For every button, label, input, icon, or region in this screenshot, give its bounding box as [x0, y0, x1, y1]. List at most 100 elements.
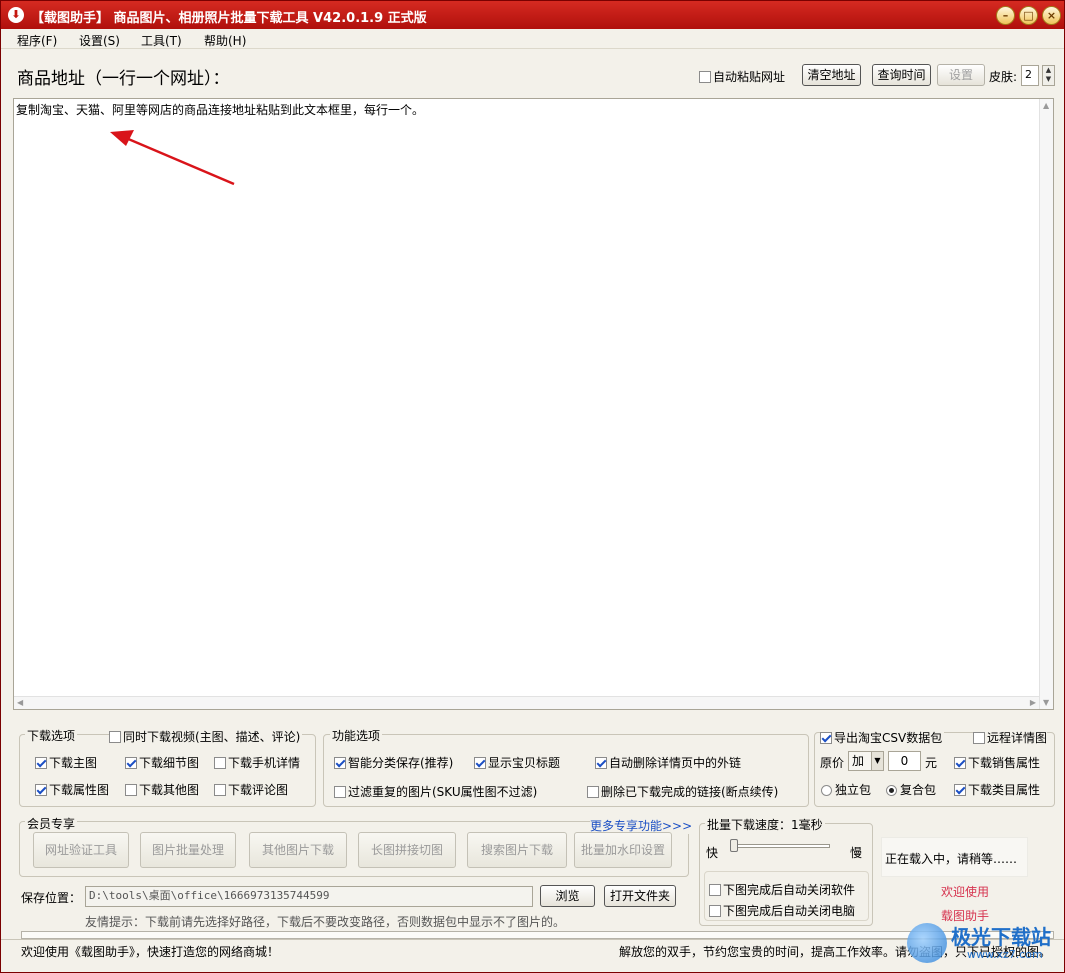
checkbox-label: 下图完成后自动关闭电脑	[723, 904, 856, 918]
checkbox-box[interactable]	[954, 757, 966, 769]
spin-up-icon[interactable]: ▲	[1043, 66, 1054, 75]
combined-package-radio[interactable]: 复合包	[886, 781, 936, 798]
single-package-radio[interactable]: 独立包	[821, 781, 871, 798]
spin-down-icon[interactable]: ▼	[1043, 75, 1054, 84]
scroll-down-icon[interactable]: ▼	[1043, 698, 1049, 707]
checkbox-box[interactable]	[125, 784, 137, 796]
textarea-placeholder-text: 复制淘宝、天猫、阿里等网店的商品连接地址粘贴到此文本框里，每行一个。	[16, 103, 425, 117]
download-mobile-detail-checkbox[interactable]: 下载手机详情	[214, 754, 300, 771]
export-csv-checkbox[interactable]: 导出淘宝CSV数据包	[820, 729, 945, 746]
remote-detail-checkbox[interactable]: 远程详情图	[973, 729, 1048, 746]
url-label: 商品地址（一行一个网址）：	[17, 69, 230, 89]
maximize-button[interactable]: □	[1019, 6, 1038, 25]
checkbox-box[interactable]	[699, 71, 711, 83]
checkbox-box[interactable]	[820, 732, 832, 744]
settings-button[interactable]: 设置	[937, 64, 985, 86]
title-bar[interactable]: ⬇ 【载图助手】 商品图片、相册照片批量下载工具 V42.0.1.9 正式版 –…	[1, 1, 1064, 29]
show-title-checkbox[interactable]: 显示宝贝标题	[474, 754, 560, 771]
filter-duplicate-checkbox[interactable]: 过滤重复的图片(SKU属性图不过滤)	[334, 783, 537, 800]
download-attribute-image-checkbox[interactable]: 下载属性图	[35, 781, 109, 798]
save-tip-text: 友情提示：下载前请先选择好路径，下载后不要改变路径，否则数据包中显示不了图片的。	[85, 915, 566, 929]
speed-title: 批量下载速度：1毫秒	[705, 816, 825, 833]
remove-external-links-checkbox[interactable]: 自动删除详情页中的外链	[595, 754, 741, 771]
save-path-input[interactable]: D:\tools\桌面\office\1666973135744599	[85, 886, 533, 907]
price-label: 原价	[820, 756, 845, 770]
delete-finished-links-checkbox[interactable]: 删除已下载完成的链接(断点续传)	[587, 783, 778, 800]
loading-panel: 正在载入中，请稍等……	[881, 837, 1028, 877]
price-op-select[interactable]: 加 ▼	[848, 751, 884, 771]
search-image-download-button[interactable]: 搜索图片下载	[467, 832, 567, 868]
checkbox-box[interactable]	[125, 757, 137, 769]
watermark-brand: 极光下载站	[951, 925, 1051, 949]
batch-image-process-button[interactable]: 图片批量处理	[140, 832, 236, 868]
vertical-scrollbar[interactable]: ▲ ▼	[1039, 99, 1053, 709]
url-verify-tool-button[interactable]: 网址验证工具	[33, 832, 129, 868]
checkbox-label: 下载属性图	[49, 783, 110, 797]
radio-circle[interactable]	[886, 785, 897, 796]
checkbox-box[interactable]	[35, 784, 47, 796]
batch-watermark-button[interactable]: 批量加水印设置	[574, 832, 672, 868]
checkbox-label: 下载销售属性	[968, 756, 1041, 770]
clear-url-button[interactable]: 清空地址	[802, 64, 861, 86]
speed-slider-thumb[interactable]	[730, 839, 738, 852]
checkbox-box[interactable]	[587, 786, 599, 798]
radio-circle[interactable]	[821, 785, 832, 796]
auto-paste-checkbox[interactable]: 自动粘贴网址	[699, 68, 785, 85]
scroll-up-icon[interactable]: ▲	[1043, 101, 1049, 110]
download-detail-image-checkbox[interactable]: 下载细节图	[125, 754, 199, 771]
long-image-stitch-button[interactable]: 长图拼接切图	[358, 832, 456, 868]
horizontal-scrollbar[interactable]: ◀ ▶	[14, 696, 1039, 709]
category-attribute-checkbox[interactable]: 下载类目属性	[954, 781, 1040, 798]
checkbox-box[interactable]	[595, 757, 607, 769]
download-other-image-checkbox[interactable]: 下载其他图	[125, 781, 199, 798]
browse-button[interactable]: 浏览	[540, 885, 595, 907]
checkbox-label: 下载其他图	[139, 783, 200, 797]
minimize-button[interactable]: –	[996, 6, 1015, 25]
site-watermark-logo: 极光下载站 www.xz7.com	[905, 919, 1061, 967]
checkbox-label: 下载手机详情	[228, 756, 301, 770]
checkbox-box[interactable]	[334, 757, 346, 769]
download-main-image-checkbox[interactable]: 下载主图	[35, 754, 97, 771]
checkbox-box[interactable]	[973, 732, 985, 744]
save-location-label: 保存位置：	[21, 891, 82, 905]
smart-save-checkbox[interactable]: 智能分类保存(推荐)	[334, 754, 453, 771]
menu-help[interactable]: 帮助(H)	[204, 32, 246, 49]
close-button[interactable]: ×	[1042, 6, 1061, 25]
status-left-text: 欢迎使用《载图助手》，快速打造您的网络商城！	[21, 945, 280, 959]
welcome-text: 欢迎使用	[941, 885, 990, 899]
skin-spinner[interactable]: ▲ ▼	[1042, 65, 1055, 86]
checkbox-box[interactable]	[709, 905, 721, 917]
checkbox-box[interactable]	[334, 786, 346, 798]
checkbox-label: 显示宝贝标题	[488, 756, 561, 770]
checkbox-label: 下载主图	[49, 756, 98, 770]
chevron-down-icon[interactable]: ▼	[871, 752, 883, 770]
other-image-download-button[interactable]: 其他图片下载	[249, 832, 347, 868]
url-textarea[interactable]: 复制淘宝、天猫、阿里等网店的商品连接地址粘贴到此文本框里，每行一个。 ▲ ▼ ◀…	[13, 98, 1054, 710]
checkbox-label: 导出淘宝CSV数据包	[834, 731, 943, 745]
menu-settings[interactable]: 设置(S)	[79, 32, 120, 49]
download-review-image-checkbox[interactable]: 下载评论图	[214, 781, 288, 798]
checkbox-box[interactable]	[214, 784, 226, 796]
speed-slider-track[interactable]	[730, 844, 830, 848]
checkbox-box[interactable]	[35, 757, 47, 769]
auto-shutdown-checkbox[interactable]: 下图完成后自动关闭电脑	[709, 902, 855, 919]
checkbox-label: 远程详情图	[987, 731, 1048, 745]
open-folder-button[interactable]: 打开文件夹	[604, 885, 676, 907]
menu-tools[interactable]: 工具(T)	[141, 32, 182, 49]
skin-input[interactable]: 2	[1021, 65, 1039, 86]
scroll-right-icon[interactable]: ▶	[1030, 698, 1036, 707]
checkbox-box[interactable]	[109, 731, 121, 743]
checkbox-label: 删除已下载完成的链接(断点续传)	[601, 785, 779, 799]
price-value-input[interactable]: 0	[888, 751, 921, 771]
menu-program[interactable]: 程序(F)	[17, 32, 57, 49]
loading-text: 正在载入中，请稍等……	[885, 852, 1018, 866]
checkbox-box[interactable]	[709, 884, 721, 896]
download-video-checkbox[interactable]: 同时下载视频(主图、描述、评论)	[109, 728, 303, 745]
checkbox-box[interactable]	[954, 784, 966, 796]
checkbox-box[interactable]	[214, 757, 226, 769]
query-time-button[interactable]: 查询时间	[872, 64, 931, 86]
scroll-left-icon[interactable]: ◀	[17, 698, 23, 707]
sales-attribute-checkbox[interactable]: 下载销售属性	[954, 754, 1040, 771]
auto-close-app-checkbox[interactable]: 下图完成后自动关闭软件	[709, 881, 855, 898]
checkbox-box[interactable]	[474, 757, 486, 769]
